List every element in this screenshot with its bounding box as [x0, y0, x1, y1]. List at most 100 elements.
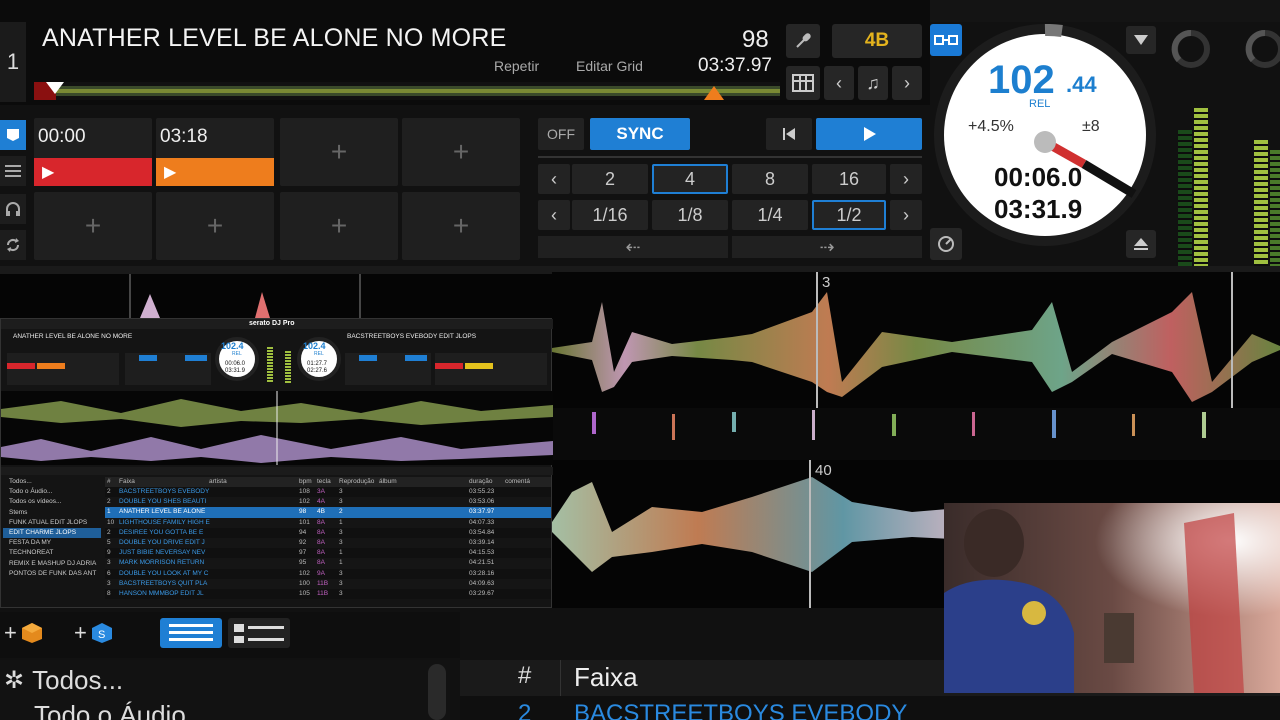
embed-cell-n: 2 — [107, 528, 111, 536]
cue-pad-1[interactable]: 00:00 ▶ — [34, 118, 152, 186]
embed-platter-1-remaining: 03:31.9 — [225, 368, 246, 374]
embed-cell-plays: 3 — [339, 538, 343, 546]
row-track: BACSTREETBOYS EVEBODY — [574, 700, 908, 720]
loop-size-1-8[interactable]: 1/8 — [652, 200, 728, 230]
beat-jump-2[interactable]: 2 — [572, 164, 648, 194]
list-mode-button[interactable] — [0, 156, 26, 186]
embed-cell-track: HANSON MMMBOP EDIT JL — [119, 589, 204, 597]
column-header-number[interactable]: # — [518, 662, 531, 690]
cue-time: 03:18 — [160, 126, 208, 147]
cue-pad-8[interactable]: + — [402, 192, 520, 260]
embedded-screenshot: serato DJ Pro ANATHER LEVEL BE ALONE NO … — [0, 318, 553, 608]
embed-crate-item: FUNK ATUAL EDIT JLOPS — [9, 518, 88, 526]
prev-chevron-button[interactable]: ‹ — [824, 66, 854, 100]
row-number: 2 — [518, 700, 532, 720]
loop-size-1-16[interactable]: 1/16 — [572, 200, 648, 230]
play-button[interactable] — [816, 118, 922, 150]
deck-number[interactable]: 1 — [0, 22, 26, 102]
embed-cell-dur: 04:15.53 — [469, 549, 495, 557]
embed-cell-dur: 03:39.14 — [469, 538, 495, 546]
list-view-button[interactable] — [160, 618, 222, 648]
grid-button[interactable] — [786, 66, 820, 100]
repeat-button[interactable]: Repetir — [494, 58, 539, 74]
slip-right-button[interactable]: ⇢ — [732, 236, 922, 258]
cue-pad-3[interactable]: + — [280, 118, 398, 186]
cue-pad-6[interactable]: + — [156, 192, 274, 260]
embed-cell-dur: 04:09.63 — [469, 579, 495, 587]
embed-column-header: comentá — [505, 478, 530, 485]
deck-menu-button[interactable] — [1126, 26, 1156, 54]
embed-cell-n: 3 — [107, 579, 111, 587]
beat-jump-8[interactable]: 8 — [732, 164, 808, 194]
waveform-bar-marker: 40 — [815, 462, 832, 479]
cue-mode-button[interactable] — [0, 120, 26, 150]
embed-table-row: 1 ANATHER LEVEL BE ALONE 98 4B 2 03:37.97 — [105, 507, 551, 518]
add-crate-button[interactable]: + — [4, 620, 52, 646]
beat-jump-16[interactable]: 16 — [812, 164, 886, 194]
next-chevron-button[interactable]: › — [892, 66, 922, 100]
sidebar-item-all[interactable]: ✲ Todos... — [0, 662, 430, 698]
loop-size-1-2[interactable]: 1/2 — [812, 200, 886, 230]
eject-button[interactable] — [1126, 230, 1156, 258]
embed-pads-2 — [435, 353, 547, 385]
detail-view-button[interactable] — [228, 618, 290, 648]
play-icon: ▶ — [42, 164, 55, 181]
embed-pads-1 — [7, 353, 119, 385]
sidebar-scrollbar[interactable] — [428, 664, 446, 720]
sync-off-button[interactable]: OFF — [538, 118, 584, 150]
column-header-track[interactable]: Faixa — [574, 662, 638, 693]
embed-waveforms — [1, 391, 553, 465]
grid-icon — [792, 74, 814, 92]
loop-icon — [7, 238, 19, 252]
gain-knob-2[interactable] — [1244, 28, 1280, 70]
cue-pad-7[interactable]: + — [280, 192, 398, 260]
embed-cell-bpm: 98 — [299, 508, 307, 516]
beat-jump-prev-button[interactable]: ‹ — [538, 164, 570, 194]
loop-mode-button[interactable] — [0, 230, 26, 260]
loop-size-1-4[interactable]: 1/4 — [732, 200, 808, 230]
cue-pad-5[interactable]: + — [34, 192, 152, 260]
add-smart-crate-button[interactable]: + S — [74, 620, 126, 646]
embed-cell-n: 1 — [107, 508, 111, 516]
embed-column-header: duração — [469, 478, 493, 485]
asterisk-icon: ✲ — [4, 666, 25, 694]
embed-cell-n: 10 — [107, 518, 115, 526]
chevron-left-icon: ‹ — [551, 168, 557, 189]
embed-cell-key: 8A — [317, 559, 325, 567]
platter-remaining: 03:31.9 — [994, 194, 1083, 224]
embed-cell-bpm: 97 — [299, 549, 307, 557]
edit-grid-button[interactable]: Editar Grid — [576, 58, 643, 74]
beat-jump-4[interactable]: 4 — [652, 164, 728, 194]
cue-pad-2[interactable]: 03:18 ▶ — [156, 118, 274, 186]
sync-button[interactable]: SYNC — [590, 118, 690, 150]
skip-back-button[interactable] — [766, 118, 812, 150]
track-overview[interactable] — [34, 82, 780, 100]
sidebar-item-label: Todos... — [32, 664, 124, 695]
embed-cell-key: 3A — [317, 488, 325, 495]
loop-prev-button[interactable]: ‹ — [538, 200, 570, 230]
arrow-left-icon: ⇠ — [625, 236, 641, 257]
music-note-button[interactable]: ♫ — [858, 66, 888, 100]
slip-left-button[interactable]: ⇠ — [538, 236, 728, 258]
cue-play-bar[interactable]: ▶ — [156, 158, 274, 186]
sidebar-item-label: Todo o Áudio... — [34, 699, 208, 720]
embed-cell-track: DOUBLE YOU LOOK AT MY C — [119, 569, 209, 577]
embed-cell-bpm: 108 — [299, 488, 310, 495]
headphone-button[interactable] — [0, 194, 26, 224]
sidebar-item-all-audio[interactable]: Todo o Áudio... — [0, 700, 430, 720]
embed-cell-track: DOUBLE YOU SHES BEAUTI — [119, 498, 207, 506]
cue-pad-4[interactable]: + — [402, 118, 520, 186]
chevron-left-icon: ‹ — [836, 72, 842, 93]
eject-icon — [1134, 238, 1148, 250]
embed-crate-item: Todo o Áudio... — [9, 488, 53, 496]
mic-button[interactable] — [786, 24, 820, 58]
mic-icon — [796, 33, 811, 48]
loop-next-button[interactable]: › — [890, 200, 922, 230]
cue-play-bar[interactable]: ▶ — [34, 158, 152, 186]
gain-knob[interactable] — [1170, 28, 1212, 70]
platter-range: ±8 — [1082, 118, 1100, 135]
beat-jump-next-button[interactable]: › — [890, 164, 922, 194]
embed-cell-dur: 04:21.51 — [469, 559, 495, 567]
webcam-overlay — [944, 503, 1280, 693]
plus-icon: + — [4, 620, 17, 645]
